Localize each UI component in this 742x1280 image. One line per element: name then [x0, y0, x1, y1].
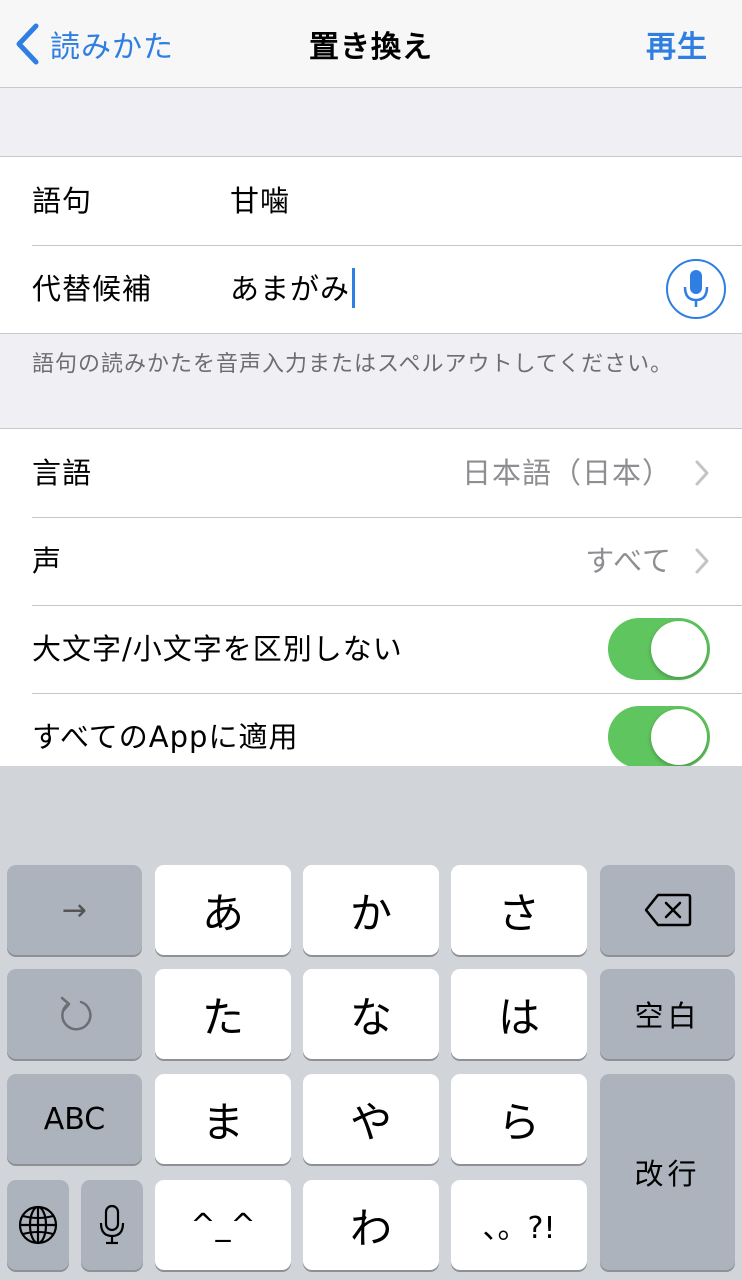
key-ka[interactable]: か	[303, 865, 439, 955]
voice-label: 声	[32, 544, 63, 578]
play-button[interactable]: 再生	[646, 22, 708, 66]
substitution-row: 代替候補 あまがみ	[0, 245, 742, 333]
undo-key[interactable]	[7, 969, 142, 1059]
key-ka-label: か	[349, 888, 392, 938]
japanese-kana-keyboard: → あ か さ た な は 空白 ABC ま や ら 改行 ^_^ わ 、。?!	[0, 766, 742, 1280]
punctuation-key[interactable]: 、。?!	[451, 1180, 587, 1270]
key-ya[interactable]: や	[303, 1074, 439, 1164]
entry-group: 語句 甘噛 代替候補 あまがみ	[0, 156, 742, 334]
globe-key[interactable]	[7, 1180, 69, 1270]
key-na-label: な	[349, 992, 392, 1042]
language-row[interactable]: 言語 日本語（日本）	[0, 429, 742, 517]
case-insensitive-row: 大文字/小文字を区別しない	[0, 605, 742, 693]
case-insensitive-label: 大文字/小文字を区別しない	[32, 632, 403, 666]
return-key[interactable]: 改行	[600, 1074, 735, 1270]
key-wa[interactable]: わ	[303, 1180, 439, 1270]
key-na[interactable]: な	[303, 969, 439, 1059]
space-key-label: 空白	[634, 999, 701, 1033]
apply-all-apps-toggle[interactable]	[608, 706, 710, 768]
next-key-label: →	[61, 892, 88, 928]
key-ra[interactable]: ら	[451, 1074, 587, 1164]
next-candidate-key[interactable]: →	[7, 865, 142, 955]
navigation-bar: 読みかた 置き換え 再生	[0, 0, 742, 88]
page-title: 置き換え	[309, 30, 433, 65]
key-ha-label: は	[497, 992, 540, 1042]
key-ta[interactable]: た	[155, 969, 291, 1059]
emoticon-key-label: ^_^	[190, 1207, 256, 1243]
case-insensitive-toggle[interactable]	[608, 618, 710, 680]
entry-footnote: 語句の読みかたを音声入力またはスペルアウトしてください。	[32, 352, 674, 377]
chevron-right-icon	[695, 548, 709, 574]
microphone-icon	[683, 270, 709, 307]
key-a[interactable]: あ	[155, 865, 291, 955]
dictation-button[interactable]	[666, 259, 726, 319]
phrase-input[interactable]: 甘噛	[230, 157, 290, 245]
punctuation-key-label: 、。?!	[482, 1211, 556, 1246]
microphone-icon	[99, 1204, 125, 1245]
language-value: 日本語（日本）	[461, 456, 672, 490]
key-wa-label: わ	[349, 1203, 392, 1253]
phrase-row: 語句 甘噛	[0, 157, 742, 245]
substitution-label: 代替候補	[32, 272, 153, 306]
delete-key[interactable]	[600, 865, 735, 955]
key-ma[interactable]: ま	[155, 1074, 291, 1164]
toggle-knob	[651, 709, 707, 765]
emoticon-key[interactable]: ^_^	[155, 1180, 291, 1270]
toggle-knob	[651, 621, 707, 677]
key-sa[interactable]: さ	[451, 865, 587, 955]
key-ha[interactable]: は	[451, 969, 587, 1059]
abc-key[interactable]: ABC	[7, 1074, 142, 1164]
voice-value: すべて	[585, 544, 672, 578]
dictation-key[interactable]	[81, 1180, 143, 1270]
return-key-label: 改行	[634, 1157, 701, 1191]
phrase-label: 語句	[32, 184, 93, 218]
key-sa-label: さ	[497, 888, 540, 938]
substitution-input[interactable]: あまがみ	[230, 245, 356, 333]
delete-backspace-icon	[644, 893, 691, 927]
key-ra-label: ら	[497, 1097, 540, 1147]
key-ya-label: や	[349, 1097, 392, 1147]
language-label: 言語	[32, 456, 93, 490]
settings-group: 言語 日本語（日本） 声 すべて 大文字/小文字を区別しない すべてのAppに適…	[0, 428, 742, 781]
key-ta-label: た	[201, 992, 244, 1042]
voice-row[interactable]: 声 すべて	[0, 517, 742, 605]
abc-key-label: ABC	[43, 1101, 106, 1137]
undo-icon	[60, 996, 92, 1031]
chevron-right-icon	[695, 460, 709, 486]
globe-icon	[18, 1205, 58, 1245]
space-key[interactable]: 空白	[600, 969, 735, 1059]
key-ma-label: ま	[201, 1097, 244, 1147]
substitution-input-text: あまがみ	[230, 272, 351, 306]
key-a-label: あ	[201, 888, 244, 938]
text-cursor	[352, 268, 356, 308]
